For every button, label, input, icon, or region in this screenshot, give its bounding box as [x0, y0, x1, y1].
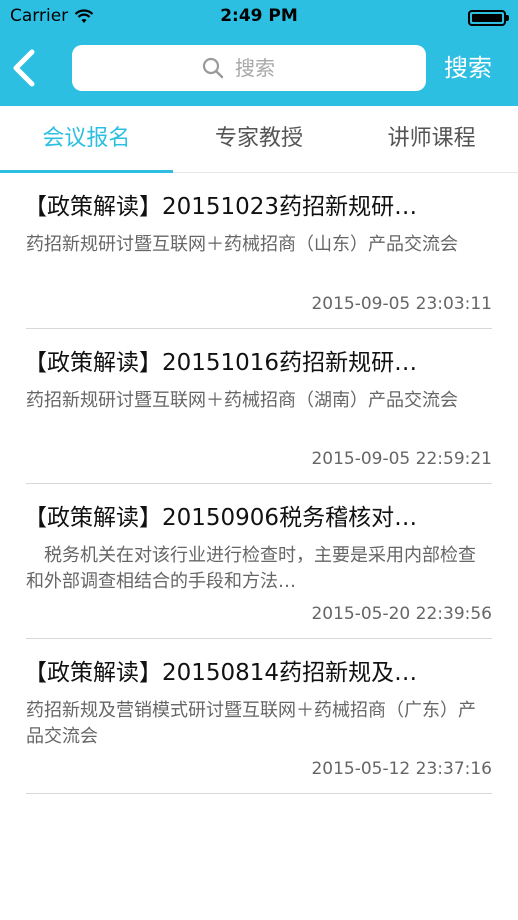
header-bar: Carrier 2:49 PM 搜索 [0, 0, 518, 106]
item-date: 2015-05-20 22:39:56 [311, 604, 492, 624]
list-item[interactable]: 【政策解读】20150814药招新规及… 药招新规及营销模式研讨暨互联网＋药械招… [24, 639, 492, 794]
status-bar: Carrier 2:49 PM [0, 0, 518, 34]
search-box[interactable] [72, 45, 426, 91]
tab-lecturer-courses[interactable]: 讲师课程 [345, 106, 518, 172]
item-title: 【政策解读】20150814药招新规及… [24, 660, 418, 686]
back-button[interactable] [8, 46, 48, 90]
tab-label: 专家教授 [215, 126, 304, 151]
list-item[interactable]: 【政策解读】20150906税务稽核对… 税务机关在对该行业进行检查时，主要是采… [24, 484, 492, 639]
search-icon [202, 57, 224, 79]
tab-experts[interactable]: 专家教授 [173, 106, 346, 172]
item-description: 药招新规及营销模式研讨暨互联网＋药械招商（广东）产品交流会 [26, 700, 476, 747]
meeting-list: 【政策解读】20151023药招新规研… 药招新规研讨暨互联网＋药械招商（山东）… [24, 173, 492, 794]
list-item[interactable]: 【政策解读】20151016药招新规研… 药招新规研讨暨互联网＋药械招商（湖南）… [24, 329, 492, 484]
item-description: 药招新规研讨暨互联网＋药械招商（湖南）产品交流会 [26, 390, 458, 411]
tab-label: 会议报名 [42, 126, 131, 151]
nav-bar: 搜索 [0, 34, 518, 106]
tab-meeting-registration[interactable]: 会议报名 [0, 106, 173, 173]
item-date: 2015-05-12 23:37:16 [311, 759, 492, 779]
list-item[interactable]: 【政策解读】20151023药招新规研… 药招新规研讨暨互联网＋药械招商（山东）… [24, 173, 492, 329]
item-title: 【政策解读】20151023药招新规研… [24, 194, 418, 220]
item-title: 【政策解读】20151016药招新规研… [24, 350, 418, 376]
search-input[interactable] [233, 55, 297, 81]
tab-bar: 会议报名 专家教授 讲师课程 [0, 106, 518, 173]
chevron-left-icon [13, 49, 35, 87]
item-title: 【政策解读】20150906税务稽核对… [24, 505, 418, 531]
search-button[interactable]: 搜索 [436, 48, 500, 83]
tab-label: 讲师课程 [387, 126, 476, 151]
item-description: 税务机关在对该行业进行检查时，主要是采用内部检查和外部调查相结合的手段和方法… [26, 545, 476, 592]
item-date: 2015-09-05 22:59:21 [311, 449, 492, 469]
item-description: 药招新规研讨暨互联网＋药械招商（山东）产品交流会 [26, 234, 458, 255]
status-time: 2:49 PM [220, 6, 298, 26]
item-date: 2015-09-05 23:03:11 [311, 294, 492, 314]
battery-icon [468, 10, 509, 26]
